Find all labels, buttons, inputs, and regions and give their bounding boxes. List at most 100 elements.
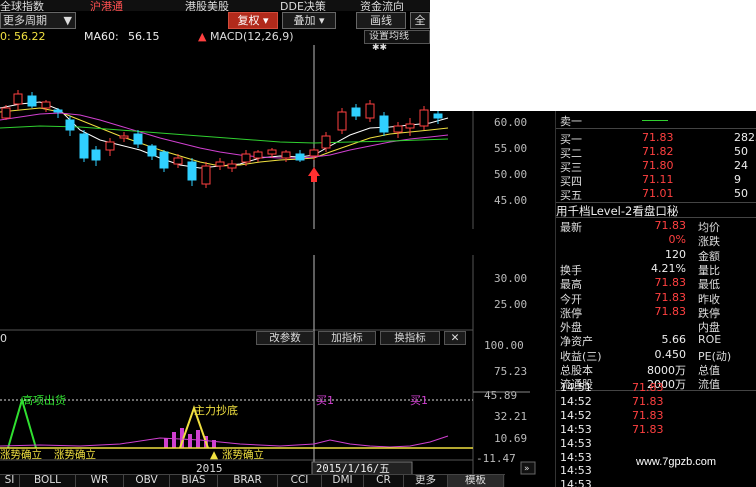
candle-body	[267, 149, 277, 155]
sell1-label: 卖一	[560, 115, 582, 128]
close-icon: ✕	[450, 332, 460, 344]
add-indicator-button[interactable]: 加指标	[318, 331, 376, 345]
tab-boll[interactable]: BOLL	[20, 475, 76, 487]
close-indicator-button[interactable]: ✕	[444, 331, 466, 345]
stat-row: 收益(三) 0.450 PE(动)	[556, 348, 756, 363]
candle-body	[405, 123, 415, 129]
annotation-main-bottom: 主力抄底	[194, 403, 238, 417]
stat-row: 总股本 8000万 总值	[556, 362, 756, 377]
candle-body	[105, 141, 115, 151]
buy-price: 71.80	[642, 159, 674, 172]
tick-time: 14:53	[560, 436, 592, 450]
indicator-tick: 100.00	[484, 339, 524, 352]
stat-row: 今开 71.83 昨收	[556, 290, 756, 306]
trend-arrow-icon: ▲	[210, 449, 219, 461]
candle-body	[351, 107, 361, 117]
tab-si[interactable]: SI	[0, 475, 20, 487]
price-tick: 50.00	[494, 168, 527, 181]
quote-panel: 卖一 买一 71.83 2823买二 71.82 50买三 71.80 24买四…	[555, 111, 756, 487]
tick-price: 71.83	[632, 422, 664, 436]
candle-body	[65, 119, 75, 131]
candle-body	[321, 135, 331, 149]
stat-row: 涨停 71.83 跌停	[556, 305, 756, 320]
stat-row: 净资产 5.66 ROE	[556, 333, 756, 348]
stat-row: 换手 4.21% 量比	[556, 261, 756, 277]
candle-body	[53, 109, 63, 113]
candles	[1, 90, 443, 188]
tab-wr[interactable]: WR	[76, 475, 124, 487]
change-param-button[interactable]: 改参数	[256, 331, 314, 345]
candle-body	[253, 151, 263, 159]
candle-body	[119, 135, 129, 139]
indicator-tick: 32.21	[494, 410, 527, 423]
candle-body	[187, 161, 197, 181]
indicator-bar	[188, 434, 192, 448]
indicator-tick: -11.47	[476, 452, 516, 465]
buy-volume: 2823	[734, 131, 756, 144]
stat-value: 71.83	[654, 290, 687, 304]
tick-row: 14:53 71.83	[556, 423, 756, 437]
purple-oscillator-line	[0, 435, 449, 448]
buy-row: 买五 71.01 50	[556, 187, 756, 202]
buy-price: 71.82	[642, 145, 674, 158]
price-tick: 45.00	[494, 194, 527, 207]
buy-volume: 24	[734, 159, 748, 172]
indicator-tick: 10.69	[494, 432, 527, 445]
indicator-bar	[164, 438, 168, 448]
stat-row: 外盘 内盘	[556, 319, 756, 334]
sell1-dash	[642, 120, 668, 121]
candle-body	[433, 113, 443, 119]
tick-price: 71.83	[632, 394, 664, 408]
candle-body	[133, 133, 143, 145]
candle-body	[227, 163, 237, 169]
blank-region	[430, 0, 756, 111]
annotation-top-sell: 高项出货	[22, 393, 66, 407]
sell1-row: 卖一	[556, 113, 756, 128]
tick-time: 14:53	[560, 422, 592, 436]
indicator-tabs: SI BOLL WR OBV BIAS BRAR CCI DMI CR 更多 模…	[0, 474, 505, 487]
buy-row: 买四 71.11 9	[556, 173, 756, 188]
candle-body	[79, 133, 89, 159]
tab-bias[interactable]: BIAS	[170, 475, 218, 487]
buy-volume: 50	[734, 187, 748, 200]
masked-region	[96, 229, 556, 255]
tab-more[interactable]: 更多	[404, 475, 448, 487]
tab-brar[interactable]: BRAR	[218, 475, 278, 487]
swap-indicator-button[interactable]: 换指标	[380, 331, 440, 345]
tick-price: 71.83	[632, 381, 664, 394]
tab-cci[interactable]: CCI	[278, 475, 322, 487]
stat-row: 最新 71.83 均价	[556, 219, 756, 234]
stat-row: 0% 涨跌	[556, 233, 756, 248]
indicator-left-label: 0	[0, 332, 7, 345]
buy-row: 买二 71.82 50	[556, 145, 756, 160]
green-signal-line	[7, 396, 37, 449]
buy-price: 71.01	[642, 187, 674, 200]
annotation-buy1a: 买1	[316, 394, 334, 407]
candle-body	[281, 151, 291, 159]
tab-dmi[interactable]: DMI	[322, 475, 364, 487]
tick-row: 14:53	[556, 437, 756, 451]
level2-promo[interactable]: 用千档Level-2看盘口秘	[556, 203, 756, 218]
annotation-trend-confirm-b: 涨势确立	[54, 448, 96, 461]
tab-cr[interactable]: CR	[364, 475, 404, 487]
tab-obv[interactable]: OBV	[124, 475, 170, 487]
indicator-tick: 45.89	[484, 389, 517, 402]
stat-row: 120 金额	[556, 248, 756, 263]
tick-row: 14:52 71.83	[556, 395, 756, 409]
candle-body	[419, 109, 429, 127]
divider	[556, 217, 756, 218]
indicator-series	[164, 428, 216, 448]
tab-template[interactable]: 模板	[448, 475, 504, 487]
stat-value: 5.66	[661, 333, 687, 347]
stat-value: 4.21%	[651, 261, 686, 275]
candle-body	[1, 107, 11, 119]
candle-body	[337, 111, 347, 131]
buy-signal-arrow-icon	[308, 167, 320, 176]
annotation-trend-confirm-c: 涨势确立	[222, 448, 264, 461]
price-tick: 55.00	[494, 142, 527, 155]
stat-value: 0%	[668, 233, 686, 247]
candle-body	[215, 161, 225, 167]
candle-body	[241, 153, 251, 163]
buy-price: 71.83	[642, 131, 674, 144]
stat-value: 71.83	[654, 276, 687, 290]
